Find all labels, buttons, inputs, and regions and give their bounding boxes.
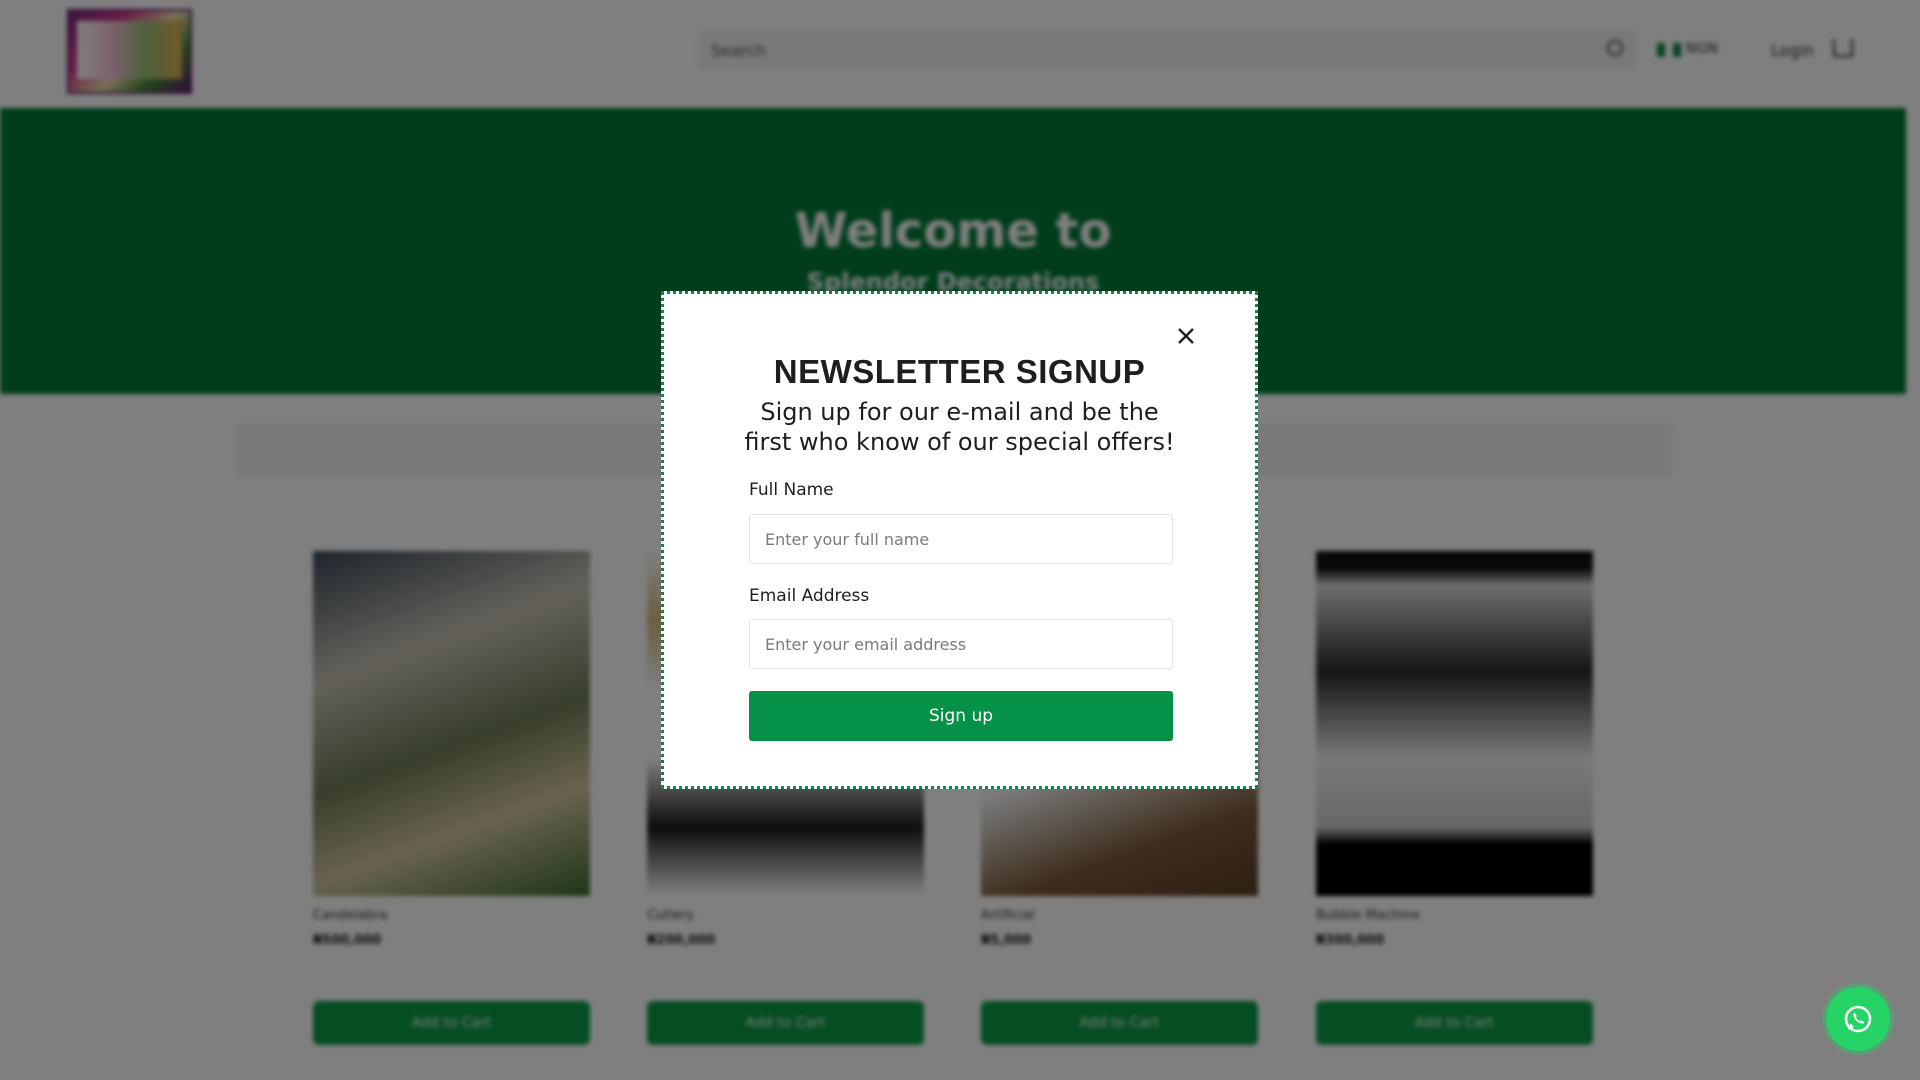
page: Search NGN Login Welcome to Splendor Dec… <box>0 0 1920 1080</box>
newsletter-modal: NEWSLETTER SIGNUP Sign up for our e-mail… <box>661 291 1258 789</box>
email-input[interactable] <box>749 619 1173 669</box>
full-name-label: Full Name <box>749 480 834 500</box>
full-name-input[interactable] <box>749 514 1173 564</box>
email-label: Email Address <box>749 586 870 606</box>
signup-button[interactable]: Sign up <box>749 691 1173 741</box>
modal-title: NEWSLETTER SIGNUP <box>773 353 1146 390</box>
close-icon[interactable] <box>1172 322 1200 350</box>
whatsapp-icon <box>1844 1005 1872 1033</box>
whatsapp-button[interactable] <box>1826 987 1890 1051</box>
modal-subtitle: Sign up for our e-mail and be the first … <box>744 398 1175 456</box>
